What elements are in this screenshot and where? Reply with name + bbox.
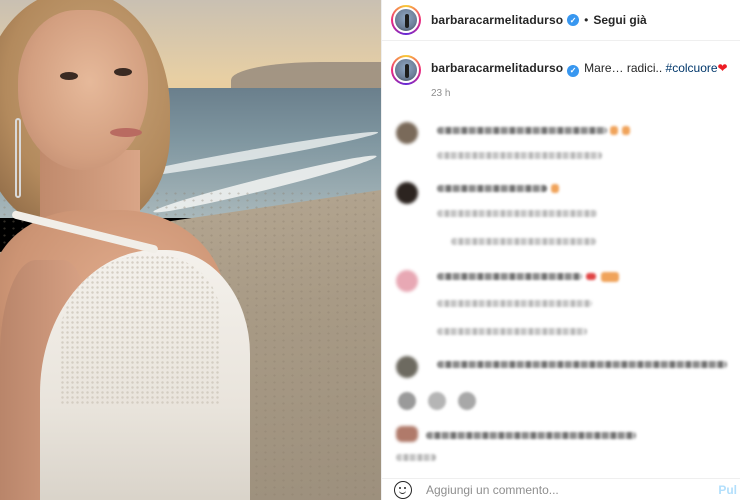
comment-replies-blurred[interactable] xyxy=(451,238,596,245)
post-date-blurred xyxy=(396,454,436,461)
comment-emoji-blurred xyxy=(610,126,618,135)
liker-avatars xyxy=(396,426,418,442)
photo-earring xyxy=(15,118,21,198)
post-sidebar: barbaracarmelitadurso ✓ • Segui già barb… xyxy=(381,0,740,500)
comment-emoji-blurred xyxy=(551,184,559,193)
like-icon[interactable] xyxy=(398,392,416,410)
comment-meta-blurred xyxy=(437,210,597,217)
comment-emoji-blurred xyxy=(601,272,619,282)
comment-avatar[interactable] xyxy=(396,182,418,204)
caption-text: Mare… radici.. xyxy=(584,61,666,75)
comment-text-blurred xyxy=(437,127,607,134)
comment-avatar[interactable] xyxy=(396,270,418,292)
likes-text-blurred xyxy=(426,432,636,439)
share-icon[interactable] xyxy=(458,392,476,410)
comment-avatar[interactable] xyxy=(396,122,418,144)
comment-icon[interactable] xyxy=(428,392,446,410)
caption-hashtag[interactable]: #colcuore xyxy=(666,61,718,75)
comment-text-blurred xyxy=(437,361,727,368)
caption-body: barbaracarmelitadurso ✓ Mare… radici.. #co… xyxy=(431,55,728,77)
caption-username[interactable]: barbaracarmelitadurso xyxy=(431,61,563,75)
post-caption: barbaracarmelitadurso ✓ Mare… radici.. #co… xyxy=(391,55,736,85)
comment-avatar[interactable] xyxy=(396,356,418,378)
header-separator: • xyxy=(584,13,589,27)
photo-eye xyxy=(60,72,78,80)
publish-button[interactable]: Pul xyxy=(718,483,737,497)
avatar-image xyxy=(393,57,419,83)
photo-eye xyxy=(114,68,132,76)
comment-input[interactable] xyxy=(426,482,686,497)
comment-meta-blurred xyxy=(437,300,592,307)
author-avatar[interactable] xyxy=(391,5,421,35)
smiley-icon[interactable] xyxy=(394,480,412,499)
post-header: barbaracarmelitadurso ✓ • Segui già xyxy=(382,0,740,41)
avatar-image xyxy=(393,7,419,33)
post-actions xyxy=(396,392,496,414)
comment-emoji-blurred xyxy=(586,273,596,280)
follow-button[interactable]: Segui già xyxy=(593,13,646,27)
add-comment-bar: Pul xyxy=(382,478,740,500)
post-photo[interactable] xyxy=(0,0,381,500)
caption-author-avatar[interactable] xyxy=(391,55,421,85)
photo-lips xyxy=(110,128,142,137)
comment-meta-blurred xyxy=(437,152,602,159)
comment-emoji-blurred xyxy=(622,126,630,135)
verified-badge-icon: ✓ xyxy=(567,14,580,26)
heart-emoji: ❤ xyxy=(717,61,728,75)
caption-timestamp[interactable]: 23 h xyxy=(431,88,450,99)
photo-face xyxy=(18,10,148,170)
comment-text-blurred xyxy=(437,185,547,192)
comment-text-blurred xyxy=(437,273,582,280)
verified-badge-icon: ✓ xyxy=(567,65,580,77)
comment-replies-blurred[interactable] xyxy=(437,328,587,335)
author-username[interactable]: barbaracarmelitadurso xyxy=(431,13,563,27)
